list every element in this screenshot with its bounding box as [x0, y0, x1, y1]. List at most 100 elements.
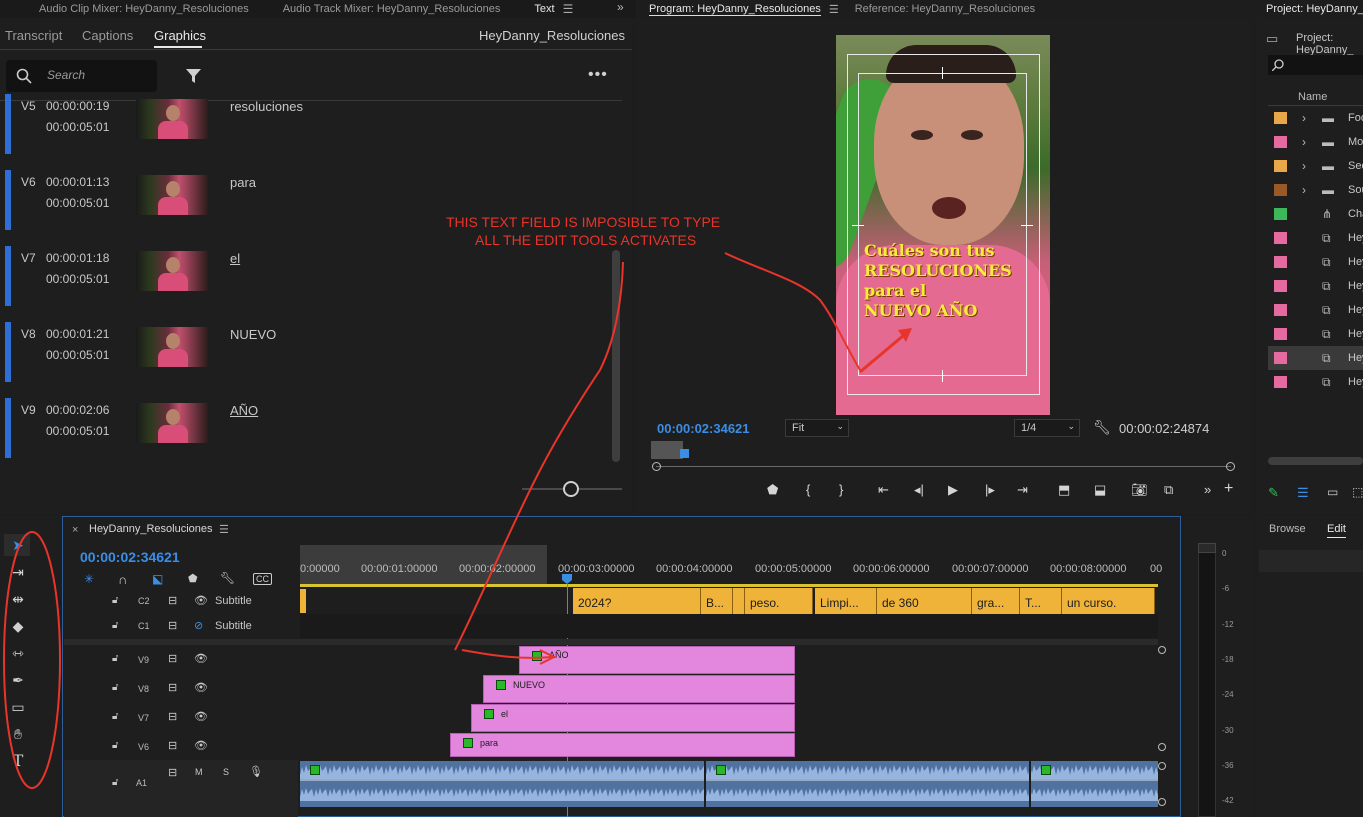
caption-clip[interactable]: de 360 — [877, 588, 972, 614]
go-to-in-icon[interactable]: ⇤ — [878, 482, 889, 498]
chevron-right-icon[interactable]: › — [1302, 183, 1306, 197]
timeline-sequence-name[interactable]: HeyDanny_Resoluciones — [89, 523, 213, 535]
label-color-swatch[interactable] — [1274, 208, 1287, 220]
play-icon[interactable]: ▶ — [948, 482, 958, 498]
slip-tool-icon[interactable]: ⇿ — [8, 643, 28, 663]
timeline-timecode[interactable]: 00:00:02:34621 — [80, 549, 180, 565]
lock-icon[interactable]: 🔓︎ — [112, 653, 118, 664]
program-menu-icon[interactable]: ☰ — [829, 3, 839, 16]
list-view-icon[interactable]: ☰ — [1297, 485, 1309, 501]
tab-captions[interactable]: Captions — [82, 28, 133, 43]
project-item[interactable]: ⧉ Hey — [1268, 226, 1363, 250]
lock-icon[interactable]: 🔓︎ — [112, 711, 118, 722]
label-color-swatch[interactable] — [1274, 376, 1287, 388]
resolution-dropdown[interactable]: 1/4 ⌄ — [1014, 419, 1080, 437]
caption-clip[interactable]: Limpi... — [815, 588, 877, 614]
more-controls-icon[interactable]: » — [1204, 482, 1211, 497]
lock-icon[interactable]: 🔓︎ — [112, 740, 118, 751]
captions-icon[interactable]: CC — [253, 573, 272, 585]
label-color-swatch[interactable] — [1274, 136, 1287, 148]
lift-icon[interactable]: ⬒ — [1058, 482, 1070, 498]
project-item[interactable]: ⧉ Hey — [1268, 370, 1363, 394]
video-text-overlay[interactable]: Cuáles son tus RESOLUCIONES para el NUEV… — [864, 241, 1012, 321]
toggle-output-icon[interactable]: ⊟ — [168, 594, 177, 607]
name-column-header[interactable]: Name — [1298, 91, 1327, 103]
tab-text[interactable]: Text — [534, 3, 554, 15]
chevron-right-icon[interactable]: › — [1302, 159, 1306, 173]
tab-browse[interactable]: Browse — [1269, 523, 1306, 535]
ripple-edit-tool-icon[interactable]: ⇹ — [8, 589, 28, 609]
label-color-swatch[interactable] — [1274, 232, 1287, 244]
add-button-icon[interactable]: + — [1224, 480, 1233, 498]
lock-icon[interactable]: 🔓︎ — [112, 777, 118, 788]
caption-clip[interactable]: 2024? — [573, 588, 701, 614]
extract-icon[interactable]: ⬓ — [1094, 482, 1106, 498]
go-to-out-icon[interactable]: ⇥ — [1017, 482, 1028, 498]
step-back-icon[interactable]: ◂| — [914, 482, 924, 498]
caption-clip[interactable] — [733, 588, 745, 614]
search-input[interactable]: Search — [6, 60, 157, 92]
add-marker-icon[interactable]: ⬟ — [188, 572, 198, 585]
zoom-slider-handle[interactable] — [563, 481, 579, 497]
mark-in-icon[interactable]: { — [806, 482, 810, 497]
toggle-output-icon[interactable]: ⊟ — [168, 652, 177, 665]
eye-icon[interactable]: 👁︎ — [194, 594, 208, 607]
project-item[interactable]: ⋔ Cha — [1268, 202, 1363, 226]
panel-menu-icon[interactable]: ☰ — [563, 2, 574, 16]
tab-program[interactable]: Program: HeyDanny_Resoluciones — [649, 3, 821, 16]
lock-icon[interactable]: 🔓︎ — [112, 595, 118, 606]
tab-audio-track-mixer[interactable]: Audio Track Mixer: HeyDanny_Resoluciones — [283, 3, 501, 15]
scroll-handle[interactable] — [1158, 798, 1166, 806]
item-text[interactable]: para — [230, 175, 256, 190]
clip-v7[interactable]: el — [471, 704, 795, 732]
export-frame-icon[interactable]: 📷︎ — [1131, 482, 1148, 498]
selection-tool-icon[interactable]: ➤ — [8, 535, 28, 555]
label-color-swatch[interactable] — [1274, 256, 1287, 268]
hand-tool-icon[interactable]: ✋︎ — [8, 724, 28, 744]
eye-icon[interactable]: 👁︎ — [194, 652, 208, 665]
razor-tool-icon[interactable]: ◆ — [8, 616, 28, 636]
label-color-swatch[interactable] — [1274, 280, 1287, 292]
caption-clip[interactable]: gra... — [972, 588, 1020, 614]
tab-edit[interactable]: Edit — [1327, 523, 1346, 538]
project-item[interactable]: ⧉ Hey — [1268, 274, 1363, 298]
caption-clip[interactable]: B... — [701, 588, 733, 614]
rectangle-tool-icon[interactable]: ▭ — [8, 697, 28, 717]
filter-icon[interactable] — [185, 68, 202, 84]
label-color-swatch[interactable] — [1274, 184, 1287, 196]
clip-v8[interactable]: NUEVO — [483, 675, 795, 703]
item-text[interactable]: AÑO — [230, 403, 258, 418]
project-item[interactable]: ⧉ Hey — [1268, 298, 1363, 322]
toggle-output-icon[interactable]: ⊟ — [168, 710, 177, 723]
caption-clip[interactable]: un curso. — [1062, 588, 1155, 614]
wrench-icon[interactable]: 🔧︎ — [1093, 419, 1111, 436]
monitor-scrubber[interactable] — [656, 466, 1231, 467]
toggle-output-icon[interactable]: ⊟ — [168, 681, 177, 694]
icon-view-icon[interactable]: ▭ — [1327, 485, 1338, 499]
clip-v9[interactable]: AÑO — [519, 646, 795, 674]
pen-tool-icon[interactable]: ✒ — [8, 670, 28, 690]
chevron-right-icon[interactable]: › — [1302, 111, 1306, 125]
tab-transcript[interactable]: Transcript — [5, 28, 62, 43]
label-color-swatch[interactable] — [1274, 112, 1287, 124]
lock-icon[interactable]: 🔓︎ — [112, 620, 118, 631]
item-text[interactable]: NUEVO — [230, 327, 276, 342]
more-options-icon[interactable]: ••• — [588, 66, 608, 84]
toggle-output-icon[interactable]: ⊟ — [168, 619, 177, 632]
freeform-view-icon[interactable]: ⬚ — [1352, 485, 1363, 499]
caption-clip[interactable]: peso. — [745, 588, 813, 614]
project-item[interactable]: › ▬ Sou — [1268, 178, 1363, 202]
clip-v6[interactable]: para — [450, 733, 795, 757]
label-color-swatch[interactable] — [1274, 352, 1287, 364]
mute-button[interactable]: M — [195, 767, 203, 777]
linked-selection-icon[interactable]: ⬕ — [152, 572, 163, 586]
comparison-view-icon[interactable]: ⧉ — [1164, 482, 1173, 498]
label-color-swatch[interactable] — [1274, 304, 1287, 316]
eye-icon[interactable]: 👁︎ — [194, 681, 208, 694]
type-tool-icon[interactable]: T — [8, 751, 28, 771]
more-panels-icon[interactable]: » — [617, 0, 624, 14]
tab-reference[interactable]: Reference: HeyDanny_Resoluciones — [855, 3, 1035, 15]
mark-out-icon[interactable]: } — [839, 482, 843, 497]
program-current-time[interactable]: 00:00:02:34621 — [657, 421, 750, 436]
project-item[interactable]: › ▬ Sec — [1268, 154, 1363, 178]
